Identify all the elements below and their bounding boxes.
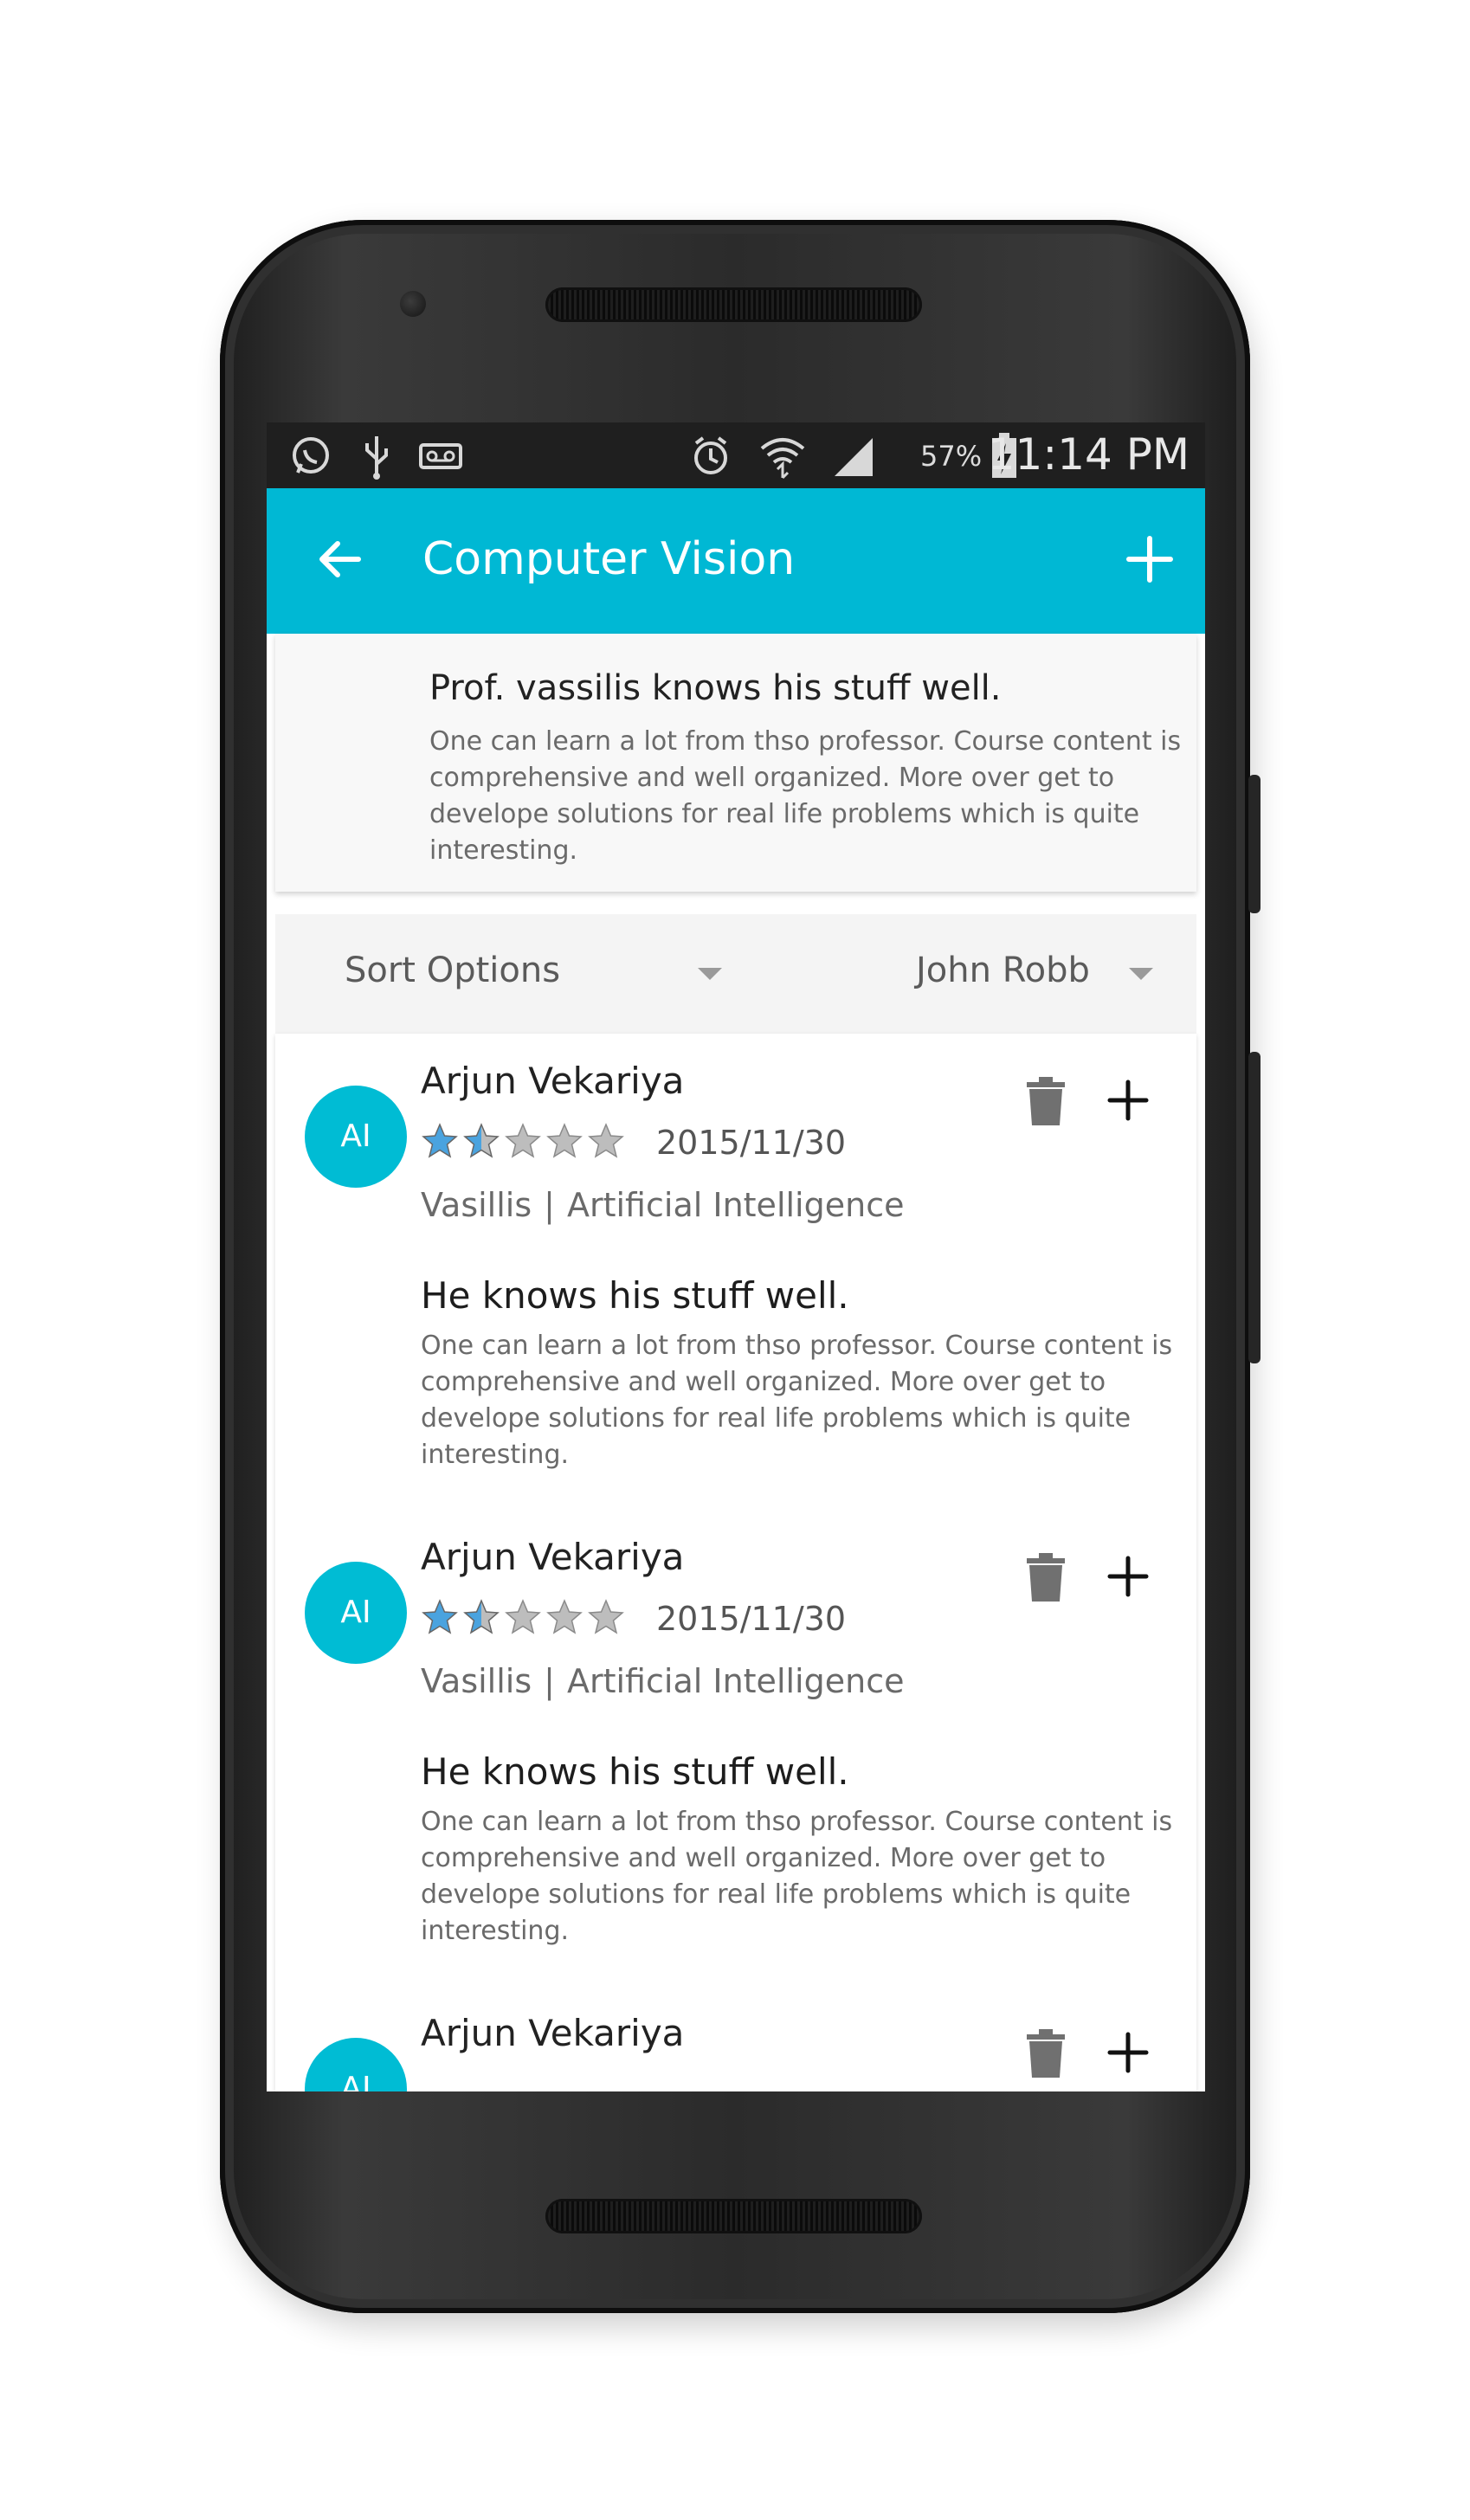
reviewer-name: Arjun Vekariya	[421, 1536, 685, 1578]
trash-icon[interactable]	[1025, 1077, 1067, 1127]
battery-percent: 57%	[920, 440, 983, 473]
list-item: AI Arjun Vekariya	[275, 1986, 1196, 2091]
plus-icon[interactable]	[1106, 1555, 1150, 1598]
rating-stars	[421, 1598, 625, 1636]
chevron-down-icon[interactable]	[698, 968, 722, 980]
star-icon	[505, 1599, 541, 1634]
chevron-down-icon[interactable]	[1129, 968, 1153, 980]
screen: 57% 11:14 PM Computer Vision Prof. vassi…	[267, 422, 1205, 2091]
status-bar: 57% 11:14 PM	[267, 422, 1205, 488]
professor-name: Vasillis	[421, 1662, 532, 1700]
star-icon	[463, 1123, 500, 1158]
star-icon	[588, 1599, 624, 1634]
star-icon	[546, 1599, 583, 1634]
plus-icon[interactable]	[1124, 533, 1176, 585]
star-icon	[505, 1123, 541, 1158]
avatar: AI	[305, 1086, 407, 1188]
usb-icon	[365, 436, 388, 480]
meta-separator: |	[544, 1662, 555, 1700]
whatsapp-icon	[293, 437, 329, 474]
review-date: 2015/11/30	[656, 1124, 847, 1162]
bottom-speaker	[545, 2199, 922, 2233]
star-icon	[463, 1599, 500, 1634]
top-speaker	[545, 287, 922, 322]
summary-body: One can learn a lot from thso professor.…	[429, 726, 1182, 866]
star-icon	[546, 1123, 583, 1158]
summary-card: Prof. vassilis knows his stuff well. One…	[275, 634, 1196, 892]
avatar: AI	[305, 2038, 407, 2091]
review-body: One can learn a lot from thso professor.…	[421, 1807, 1173, 1946]
review-body: One can learn a lot from thso professor.…	[421, 1331, 1173, 1470]
voicemail-icon	[419, 443, 462, 469]
reviewer-name: Arjun Vekariya	[421, 1060, 685, 1102]
avatar: AI	[305, 1562, 407, 1664]
summary-title: Prof. vassilis knows his stuff well.	[429, 668, 1002, 708]
list-item: AI Arjun Vekariya 2015/11/30 Vasillis | Ar…	[275, 1510, 1196, 1986]
review-title: He knows his stuff well.	[421, 1274, 849, 1317]
page-title: Computer Vision	[422, 533, 796, 585]
course-name: Artificial Intelligence	[566, 1186, 905, 1224]
reviewer-name: Arjun Vekariya	[421, 2012, 685, 2054]
plus-icon[interactable]	[1106, 2031, 1150, 2074]
status-time: 11:14 PM	[987, 429, 1190, 480]
star-icon	[422, 1599, 458, 1634]
list-item: AI Arjun Vekariya 2015/11/30 Vasillis | Ar…	[275, 1034, 1196, 1510]
star-icon	[588, 1123, 624, 1158]
wifi-icon	[760, 438, 805, 480]
meta-separator: |	[544, 1186, 555, 1224]
review-title: He knows his stuff well.	[421, 1750, 849, 1793]
review-meta: Vasillis | Artificial Intelligence	[421, 1186, 904, 1224]
plus-icon[interactable]	[1106, 1079, 1150, 1122]
front-camera	[400, 291, 426, 317]
volume-button	[1248, 1052, 1260, 1363]
review-list[interactable]: AI Arjun Vekariya 2015/11/30 Vasillis | Ar…	[275, 1034, 1196, 2091]
trash-icon[interactable]	[1025, 1553, 1067, 1603]
app-bar: Computer Vision	[267, 488, 1205, 634]
review-date: 2015/11/30	[656, 1600, 847, 1638]
professor-name: Vasillis	[421, 1186, 532, 1224]
trash-icon[interactable]	[1025, 2029, 1067, 2079]
arrow-left-icon[interactable]	[315, 533, 367, 585]
alarm-icon	[694, 436, 727, 474]
sort-bar: Sort Options John Robb	[275, 914, 1196, 1034]
review-meta: Vasillis | Artificial Intelligence	[421, 1662, 904, 1700]
star-icon	[422, 1123, 458, 1158]
professor-filter-dropdown[interactable]: John Robb	[916, 951, 1090, 990]
power-button	[1248, 775, 1260, 913]
course-name: Artificial Intelligence	[566, 1662, 905, 1700]
sort-options-dropdown[interactable]: Sort Options	[345, 951, 560, 990]
rating-stars	[421, 1122, 625, 1160]
signal-icon	[835, 438, 873, 476]
